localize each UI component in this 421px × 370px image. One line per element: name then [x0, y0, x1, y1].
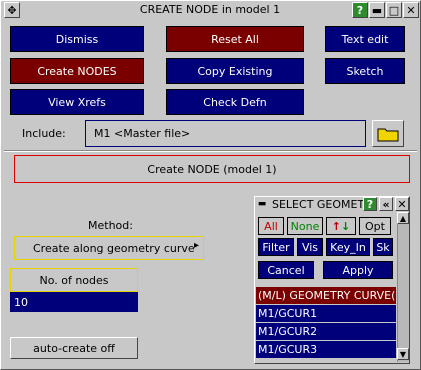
dropdown-arrow-icon: ▸ — [193, 240, 199, 251]
nodes-value: 10 — [14, 295, 28, 309]
panel-close-icon[interactable]: ✕ — [395, 197, 409, 211]
apply-button[interactable]: Apply — [323, 261, 393, 279]
minimize-icon[interactable]: ▬ — [369, 2, 385, 18]
list-item[interactable]: M1/GCUR2 — [256, 323, 396, 340]
sk-button[interactable]: Sk — [373, 238, 393, 256]
close-icon[interactable]: ✕ — [403, 2, 419, 18]
nodes-input[interactable]: 10 — [10, 292, 138, 312]
panel-help-icon[interactable]: ? — [363, 197, 377, 211]
auto-create-toggle[interactable]: auto-create off — [10, 337, 138, 359]
list-scrollbar[interactable] — [397, 212, 409, 362]
include-label: Include: — [22, 127, 66, 140]
nodes-label-box: No. of nodes — [10, 268, 138, 292]
help-icon[interactable]: ? — [352, 2, 368, 18]
create-nodes-button[interactable]: Create NODES — [10, 58, 144, 84]
swap-selection-button[interactable]: ↑ ↓ — [326, 217, 356, 235]
geometry-list-header[interactable]: (M/L) GEOMETRY CURVE(s — [256, 287, 396, 304]
vis-button[interactable]: Vis — [297, 238, 323, 256]
scroll-up-icon[interactable]: ▲ — [397, 212, 409, 224]
panel-minimize-icon[interactable]: ▬ — [257, 199, 267, 209]
cancel-button[interactable]: Cancel — [258, 261, 314, 279]
nodes-label: No. of nodes — [39, 273, 109, 287]
folder-button[interactable] — [372, 120, 404, 147]
dismiss-button[interactable]: Dismiss — [10, 26, 144, 52]
arrow-down-icon: ↓ — [341, 219, 351, 233]
method-label: Method: — [88, 219, 133, 232]
arrow-up-icon: ↑ — [331, 219, 341, 233]
sketch-button[interactable]: Sketch — [325, 58, 405, 84]
select-all-button[interactable]: All — [258, 217, 284, 235]
separator — [4, 150, 417, 152]
maximize-icon[interactable]: □ — [386, 2, 402, 18]
method-value: Create along geometry curve — [33, 241, 195, 255]
options-button[interactable]: Opt — [359, 217, 391, 235]
scroll-down-icon[interactable]: ▼ — [397, 348, 409, 360]
move-handle-icon[interactable]: ✥ — [4, 2, 20, 18]
select-none-button[interactable]: None — [287, 217, 323, 235]
list-item[interactable]: M1/GCUR3 — [256, 341, 396, 358]
method-select[interactable]: Create along geometry curve ▸ — [14, 236, 204, 260]
select-geometry-title: SELECT GEOMET — [272, 198, 365, 211]
copy-existing-button[interactable]: Copy Existing — [166, 58, 304, 84]
check-defn-button[interactable]: Check Defn — [166, 89, 304, 115]
create-node-header: Create NODE (model 1) — [14, 155, 410, 183]
header-text: Create NODE (model 1) — [147, 162, 277, 176]
window-title: CREATE NODE in model 1 — [139, 3, 281, 16]
view-xrefs-button[interactable]: View Xrefs — [10, 89, 144, 115]
key-in-button[interactable]: Key_In — [326, 238, 370, 256]
include-value: M1 <Master file> — [94, 127, 191, 140]
filter-button[interactable]: Filter — [258, 238, 294, 256]
panel-collapse-icon[interactable]: « — [379, 197, 393, 211]
include-field[interactable]: M1 <Master file> — [85, 120, 366, 147]
folder-icon — [377, 128, 399, 141]
reset-all-button[interactable]: Reset All — [166, 26, 304, 52]
list-item[interactable]: M1/GCUR1 — [256, 305, 396, 322]
text-edit-button[interactable]: Text edit — [325, 26, 405, 52]
